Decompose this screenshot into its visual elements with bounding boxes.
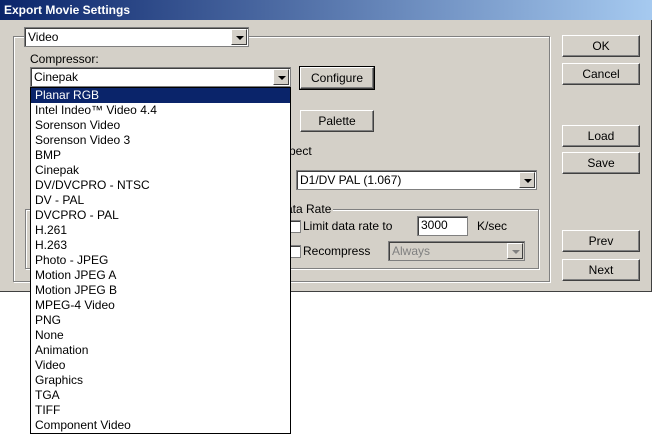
compressor-option[interactable]: Motion JPEG B <box>31 283 290 298</box>
aspect-select-value: D1/DV PAL (1.067) <box>300 173 402 187</box>
cancel-button[interactable]: Cancel <box>562 63 640 85</box>
recompress-select[interactable]: Always <box>388 241 525 261</box>
chevron-down-icon[interactable] <box>519 172 535 188</box>
compressor-option[interactable]: Video <box>31 358 290 373</box>
compressor-option[interactable]: Motion JPEG A <box>31 268 290 283</box>
section-select-value: Video <box>28 30 59 44</box>
compressor-option[interactable]: Component Video <box>31 418 290 433</box>
data-rate-input[interactable]: 3000 <box>417 216 468 236</box>
recompress-select-value: Always <box>392 244 431 258</box>
compressor-option[interactable]: Graphics <box>31 373 290 388</box>
compressor-label: Compressor: <box>30 52 99 66</box>
prev-button[interactable]: Prev <box>562 230 640 252</box>
compressor-option[interactable]: DVCPRO - PAL <box>31 208 290 223</box>
data-rate-group-label: ata Rate <box>286 202 334 216</box>
chevron-down-icon[interactable] <box>273 69 289 85</box>
next-button[interactable]: Next <box>562 259 640 281</box>
section-select[interactable]: Video <box>24 27 249 47</box>
compressor-option[interactable]: Sorenson Video <box>31 118 290 133</box>
compressor-option[interactable]: Cinepak <box>31 163 290 178</box>
compressor-option[interactable]: Animation <box>31 343 290 358</box>
compressor-select[interactable]: Cinepak <box>30 67 291 87</box>
recompress-label: Recompress <box>303 244 371 258</box>
compressor-option[interactable]: TGA <box>31 388 290 403</box>
compressor-option[interactable]: H.263 <box>31 238 290 253</box>
compressor-dropdown-list[interactable]: Planar RGB Intel Indeo™ Video 4.4 Sorenson… <box>30 87 291 434</box>
limit-data-rate-label: Limit data rate to <box>303 219 393 233</box>
compressor-option[interactable]: PNG <box>31 313 290 328</box>
compressor-option[interactable]: Photo - JPEG <box>31 253 290 268</box>
compressor-option[interactable]: BMP <box>31 148 290 163</box>
compressor-select-value: Cinepak <box>34 70 79 84</box>
chevron-down-icon[interactable] <box>231 29 247 45</box>
compressor-option[interactable]: None <box>31 328 290 343</box>
compressor-option[interactable]: Intel Indeo™ Video 4.4 <box>31 103 290 118</box>
compressor-option[interactable]: DV/DVCPRO - NTSC <box>31 178 290 193</box>
compressor-option[interactable]: H.261 <box>31 223 290 238</box>
dialog-title: Export Movie Settings <box>0 0 652 20</box>
load-button[interactable]: Load <box>562 125 640 147</box>
data-rate-unit: K/sec <box>477 219 508 233</box>
compressor-option[interactable]: MPEG-4 Video <box>31 298 290 313</box>
compressor-option[interactable]: DV - PAL <box>31 193 290 208</box>
compressor-option[interactable]: TIFF <box>31 403 290 418</box>
palette-button[interactable]: Palette <box>300 110 374 132</box>
save-button[interactable]: Save <box>562 152 640 174</box>
aspect-label: pect <box>289 144 312 158</box>
compressor-option[interactable]: Sorenson Video 3 <box>31 133 290 148</box>
compressor-option[interactable]: Planar RGB <box>31 88 290 103</box>
configure-button[interactable]: Configure <box>299 66 375 90</box>
aspect-select[interactable]: D1/DV PAL (1.067) <box>296 170 537 190</box>
ok-button[interactable]: OK <box>562 35 640 57</box>
chevron-down-icon[interactable] <box>507 243 523 259</box>
